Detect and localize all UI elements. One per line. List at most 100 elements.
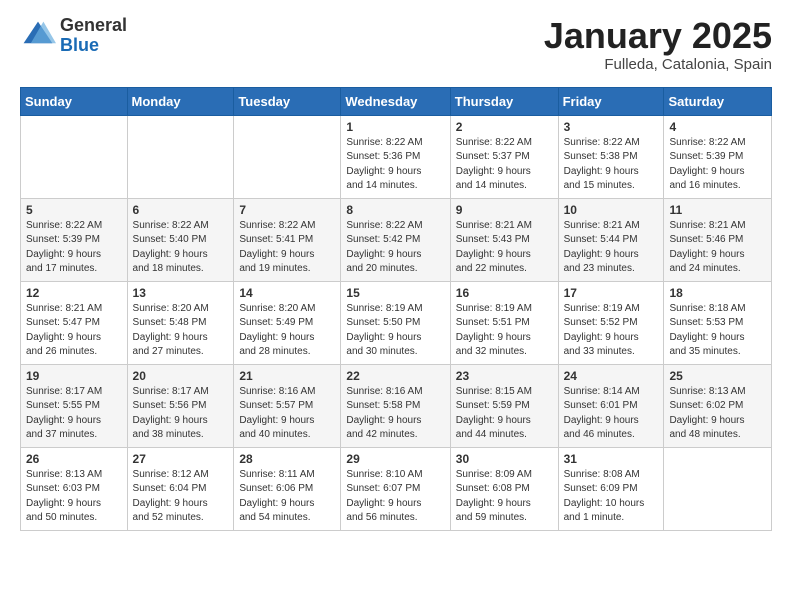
day-number: 29 — [346, 452, 444, 466]
day-number: 30 — [456, 452, 553, 466]
calendar-cell — [21, 115, 128, 198]
day-number: 13 — [133, 286, 229, 300]
location: Fulleda, Catalonia, Spain — [544, 56, 772, 73]
day-info: Sunrise: 8:12 AM Sunset: 6:04 PM Dayligh… — [133, 468, 229, 526]
calendar-day-header: Friday — [558, 87, 664, 115]
calendar-cell: 12 Sunrise: 8:21 AM Sunset: 5:47 PM Dayli… — [21, 281, 128, 364]
calendar-cell: 11 Sunrise: 8:21 AM Sunset: 5:46 PM Dayli… — [664, 198, 772, 281]
day-info: Sunrise: 8:13 AM Sunset: 6:02 PM Dayligh… — [669, 385, 766, 443]
calendar-cell: 10Sunrise: 8:21 AM Sunset: 5:44 PM Dayli… — [558, 198, 664, 281]
calendar-day-header: Tuesday — [234, 87, 341, 115]
day-info: Sunrise: 8:22 AM Sunset: 5:37 PM Dayligh… — [456, 136, 553, 194]
day-info: Sunrise: 8:19 AM Sunset: 5:51 PM Dayligh… — [456, 302, 553, 360]
calendar-cell — [127, 115, 234, 198]
logo-text: General Blue — [60, 16, 127, 56]
day-number: 20 — [133, 369, 229, 383]
day-info: Sunrise: 8:22 AM Sunset: 5:40 PM Dayligh… — [133, 219, 229, 277]
calendar-week-row: 12 Sunrise: 8:21 AM Sunset: 5:47 PM Dayli… — [21, 281, 772, 364]
day-info: Sunrise: 8:21 AM Sunset: 5:43 PM Dayligh… — [456, 219, 553, 277]
day-info: Sunrise: 8:20 AM Sunset: 5:48 PM Dayligh… — [133, 302, 229, 360]
calendar-cell: 19 Sunrise: 8:17 AM Sunset: 5:55 PM Dayli… — [21, 364, 128, 447]
calendar-cell: 14Sunrise: 8:20 AM Sunset: 5:49 PM Dayli… — [234, 281, 341, 364]
calendar-cell: 6 Sunrise: 8:22 AM Sunset: 5:40 PM Daylig… — [127, 198, 234, 281]
day-number: 28 — [239, 452, 335, 466]
day-number: 2 — [456, 120, 553, 134]
day-number: 18 — [669, 286, 766, 300]
day-number: 19 — [26, 369, 122, 383]
day-info: Sunrise: 8:18 AM Sunset: 5:53 PM Dayligh… — [669, 302, 766, 360]
page: General Blue January 2025 Fulleda, Catal… — [0, 0, 792, 612]
calendar-cell: 3Sunrise: 8:22 AM Sunset: 5:38 PM Daylig… — [558, 115, 664, 198]
calendar-cell: 18 Sunrise: 8:18 AM Sunset: 5:53 PM Dayli… — [664, 281, 772, 364]
day-number: 24 — [564, 369, 659, 383]
day-number: 6 — [133, 203, 229, 217]
day-number: 21 — [239, 369, 335, 383]
calendar-cell: 1 Sunrise: 8:22 AM Sunset: 5:36 PM Daylig… — [341, 115, 450, 198]
day-number: 25 — [669, 369, 766, 383]
calendar-week-row: 1 Sunrise: 8:22 AM Sunset: 5:36 PM Daylig… — [21, 115, 772, 198]
day-info: Sunrise: 8:13 AM Sunset: 6:03 PM Dayligh… — [26, 468, 122, 526]
calendar-cell: 23Sunrise: 8:15 AM Sunset: 5:59 PM Dayli… — [450, 364, 558, 447]
calendar-cell: 13 Sunrise: 8:20 AM Sunset: 5:48 PM Dayli… — [127, 281, 234, 364]
day-number: 11 — [669, 203, 766, 217]
day-info: Sunrise: 8:21 AM Sunset: 5:46 PM Dayligh… — [669, 219, 766, 277]
calendar-cell: 30 Sunrise: 8:09 AM Sunset: 6:08 PM Dayli… — [450, 447, 558, 530]
day-info: Sunrise: 8:17 AM Sunset: 5:55 PM Dayligh… — [26, 385, 122, 443]
day-number: 7 — [239, 203, 335, 217]
day-number: 16 — [456, 286, 553, 300]
calendar-cell: 24 Sunrise: 8:14 AM Sunset: 6:01 PM Dayli… — [558, 364, 664, 447]
logo-general-text: General — [60, 16, 127, 36]
day-info: Sunrise: 8:22 AM Sunset: 5:39 PM Dayligh… — [26, 219, 122, 277]
calendar-cell — [234, 115, 341, 198]
calendar-cell — [664, 447, 772, 530]
month-title: January 2025 — [544, 16, 772, 56]
calendar-cell: 27 Sunrise: 8:12 AM Sunset: 6:04 PM Dayli… — [127, 447, 234, 530]
calendar-cell: 28 Sunrise: 8:11 AM Sunset: 6:06 PM Dayli… — [234, 447, 341, 530]
calendar-cell: 7 Sunrise: 8:22 AM Sunset: 5:41 PM Daylig… — [234, 198, 341, 281]
day-number: 17 — [564, 286, 659, 300]
calendar-day-header: Saturday — [664, 87, 772, 115]
day-info: Sunrise: 8:22 AM Sunset: 5:42 PM Dayligh… — [346, 219, 444, 277]
calendar-week-row: 5 Sunrise: 8:22 AM Sunset: 5:39 PM Daylig… — [21, 198, 772, 281]
day-info: Sunrise: 8:09 AM Sunset: 6:08 PM Dayligh… — [456, 468, 553, 526]
calendar-cell: 2 Sunrise: 8:22 AM Sunset: 5:37 PM Daylig… — [450, 115, 558, 198]
day-info: Sunrise: 8:08 AM Sunset: 6:09 PM Dayligh… — [564, 468, 659, 526]
day-info: Sunrise: 8:15 AM Sunset: 5:59 PM Dayligh… — [456, 385, 553, 443]
day-number: 12 — [26, 286, 122, 300]
calendar-cell: 26 Sunrise: 8:13 AM Sunset: 6:03 PM Dayli… — [21, 447, 128, 530]
day-number: 1 — [346, 120, 444, 134]
calendar-cell: 25 Sunrise: 8:13 AM Sunset: 6:02 PM Dayli… — [664, 364, 772, 447]
day-number: 14 — [239, 286, 335, 300]
day-number: 5 — [26, 203, 122, 217]
day-info: Sunrise: 8:14 AM Sunset: 6:01 PM Dayligh… — [564, 385, 659, 443]
day-number: 26 — [26, 452, 122, 466]
calendar-cell: 9 Sunrise: 8:21 AM Sunset: 5:43 PM Daylig… — [450, 198, 558, 281]
day-number: 8 — [346, 203, 444, 217]
day-number: 9 — [456, 203, 553, 217]
title-block: January 2025 Fulleda, Catalonia, Spain — [544, 16, 772, 73]
day-info: Sunrise: 8:21 AM Sunset: 5:44 PM Dayligh… — [564, 219, 659, 277]
day-info: Sunrise: 8:19 AM Sunset: 5:52 PM Dayligh… — [564, 302, 659, 360]
logo-icon — [20, 18, 56, 54]
day-info: Sunrise: 8:22 AM Sunset: 5:41 PM Dayligh… — [239, 219, 335, 277]
calendar-cell: 8 Sunrise: 8:22 AM Sunset: 5:42 PM Daylig… — [341, 198, 450, 281]
calendar-cell: 31 Sunrise: 8:08 AM Sunset: 6:09 PM Dayli… — [558, 447, 664, 530]
day-info: Sunrise: 8:10 AM Sunset: 6:07 PM Dayligh… — [346, 468, 444, 526]
calendar-table: SundayMondayTuesdayWednesdayThursdayFrid… — [20, 87, 772, 531]
day-info: Sunrise: 8:16 AM Sunset: 5:57 PM Dayligh… — [239, 385, 335, 443]
calendar-day-header: Wednesday — [341, 87, 450, 115]
day-info: Sunrise: 8:19 AM Sunset: 5:50 PM Dayligh… — [346, 302, 444, 360]
day-number: 27 — [133, 452, 229, 466]
day-info: Sunrise: 8:21 AM Sunset: 5:47 PM Dayligh… — [26, 302, 122, 360]
logo-blue-text: Blue — [60, 36, 127, 56]
calendar-cell: 4Sunrise: 8:22 AM Sunset: 5:39 PM Daylig… — [664, 115, 772, 198]
calendar-day-header: Monday — [127, 87, 234, 115]
calendar-cell: 15Sunrise: 8:19 AM Sunset: 5:50 PM Dayli… — [341, 281, 450, 364]
day-info: Sunrise: 8:22 AM Sunset: 5:38 PM Dayligh… — [564, 136, 659, 194]
day-info: Sunrise: 8:22 AM Sunset: 5:36 PM Dayligh… — [346, 136, 444, 194]
calendar-cell: 20Sunrise: 8:17 AM Sunset: 5:56 PM Dayli… — [127, 364, 234, 447]
calendar-day-header: Sunday — [21, 87, 128, 115]
day-number: 31 — [564, 452, 659, 466]
calendar-week-row: 26 Sunrise: 8:13 AM Sunset: 6:03 PM Dayli… — [21, 447, 772, 530]
day-info: Sunrise: 8:11 AM Sunset: 6:06 PM Dayligh… — [239, 468, 335, 526]
